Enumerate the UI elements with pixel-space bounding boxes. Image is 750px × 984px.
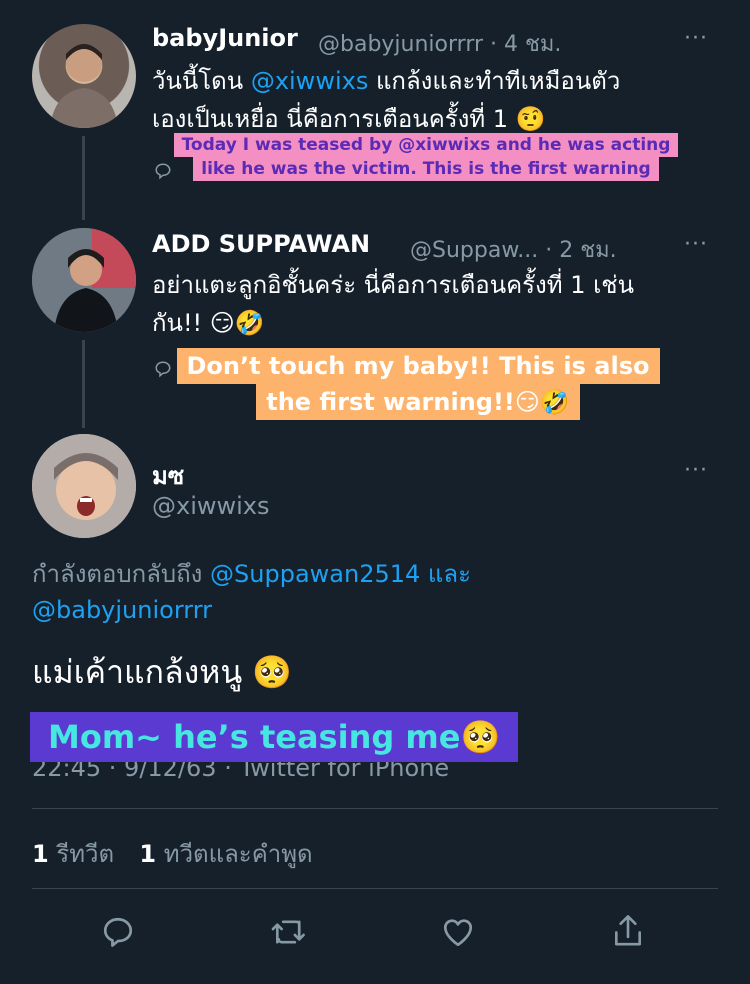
retweet-icon[interactable] (270, 914, 308, 950)
tweet1-more-icon[interactable]: ··· (684, 26, 708, 51)
divider-top (32, 808, 718, 809)
retweets-label[interactable]: รีทวีต (56, 840, 114, 868)
reply-icon[interactable] (100, 914, 136, 950)
tweet2-meta: @Suppaw... · 2 ชม. (410, 238, 617, 263)
tweet2-caption: Don’t touch my baby!! This is also the f… (172, 348, 664, 420)
share-icon[interactable] (610, 912, 646, 950)
tweet2-caption-line2: the first warning!!😏🤣 (256, 384, 580, 420)
tweet2-text-line1: อย่าแตะลูกอิชั้นคร่ะ นี่คือการเตือนครั้ง… (152, 271, 635, 299)
avatar-babyjunior[interactable] (32, 24, 136, 128)
avatar-xiwwixs[interactable] (32, 434, 136, 538)
tweet1-text-line2: เองเป็นเหยื่อ นี่คือการเตือนครั้งที่ 1 🤨 (152, 105, 546, 133)
tweet3-author-name[interactable]: มซ (152, 456, 184, 495)
tweet1-text-post: แกล้งและทำทีเหมือนตัว (368, 67, 621, 95)
retweets-count[interactable]: 1 (32, 840, 49, 868)
tweet2-more-icon[interactable]: ··· (684, 232, 708, 257)
tweet1-text-pre: วันนี้โดน (152, 67, 251, 95)
replying-to-label: กำลังตอบกลับถึง (32, 560, 211, 588)
tweet2-text-line2: กัน!! 😏🤣 (152, 309, 265, 337)
tweet2-author-name[interactable]: ADD SUPPAWAN (152, 230, 370, 258)
tweet2-caption-line1: Don’t touch my baby!! This is also (176, 348, 660, 384)
like-icon[interactable] (440, 914, 476, 950)
tweet3-handle[interactable]: @xiwwixs (152, 492, 270, 520)
tweet3-caption: Mom~ he’s teasing me🥺 (30, 712, 519, 762)
tweet1-author-name[interactable]: babyJunior (152, 24, 298, 52)
mention-babyjunior[interactable]: @babyjuniorrrr (32, 592, 212, 628)
quotes-count[interactable]: 1 (139, 840, 156, 868)
tweet1-caption-line1: Today I was teased by @xiwwixs and he wa… (173, 133, 679, 157)
tweet-stats: 1 รีทวีต 1 ทวีตและคำพูด (32, 834, 313, 873)
thread-line-2 (82, 340, 85, 428)
replying-to: กำลังตอบกลับถึง @Suppawan2514 และ (32, 556, 471, 592)
mention-suppawan[interactable]: @Suppawan2514 (210, 560, 420, 588)
quotes-label[interactable]: ทวีตและคำพูด (164, 840, 313, 868)
tweet1-caption: Today I was teased by @xiwwixs and he wa… (146, 133, 706, 181)
avatar-add-suppawan[interactable] (32, 228, 136, 332)
tweet1-text-line1: วันนี้โดน @xiwwixs แกล้งและทำทีเหมือนตัว (152, 64, 620, 98)
thread-line-1 (82, 136, 85, 220)
tweet1-meta: @babyjuniorrrr · 4 ชม. (318, 32, 562, 57)
tweet1-caption-line2: like he was the victim. This is the firs… (193, 157, 659, 181)
tweet1-mention[interactable]: @xiwwixs (251, 67, 369, 95)
tweet2-reply-icon[interactable] (154, 360, 172, 382)
divider-bottom (32, 888, 718, 889)
tweet3-text: แม่เค้าแกล้งหนู 🥺 (32, 653, 293, 691)
tweet3-more-icon[interactable]: ··· (684, 458, 708, 483)
replying-and: และ (420, 560, 471, 588)
